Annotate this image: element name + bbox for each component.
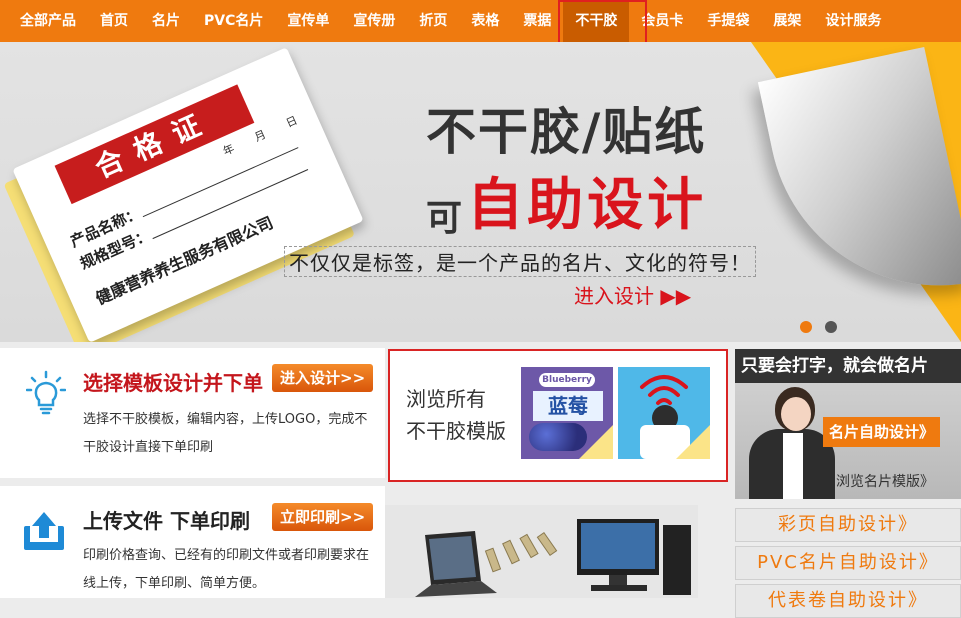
nav-item-forms[interactable]: 表格 [459, 0, 511, 42]
nav-item-business-cards[interactable]: 名片 [140, 0, 192, 42]
brochure-self-design-link[interactable]: 彩页自助设计》 [735, 508, 961, 542]
nav-item-design-services[interactable]: 设计服务 [813, 0, 893, 42]
blueberry-sticker-thumbnail[interactable]: Blueberry 蓝莓 [521, 367, 613, 459]
upload-file-description: 印刷价格查询、已经有的印刷文件或者印刷要求在线上传，下单印刷、简单方便。 [83, 548, 370, 591]
banner-subtitle-prefix: 可 [426, 198, 463, 239]
lightbulb-icon [26, 370, 66, 415]
right-column-header: 只要会打字，就会做名片 [735, 349, 961, 383]
business-card-promo[interactable]: 名片自助设计》 浏览名片模版》 [735, 383, 961, 499]
blueberry-thumb-label: Blueberry [539, 373, 595, 387]
banner-enter-design-link[interactable]: 进入设计 ▶▶ [574, 280, 691, 309]
nav-item-brochures[interactable]: 宣传册 [341, 0, 407, 42]
peel-corner-graphic [721, 42, 961, 342]
enter-design-button[interactable]: 进入设计>> [272, 364, 374, 392]
nav-item-member-cards[interactable]: 会员卡 [629, 0, 695, 42]
banner-subtitle: 可 自助设计 [426, 160, 707, 241]
browse-templates-line1: 浏览所有 [406, 387, 486, 411]
nav-item-receipts[interactable]: 票据 [511, 0, 563, 42]
upload-icon [24, 512, 64, 550]
browse-templates-text[interactable]: 浏览所有 不干胶模版 [406, 383, 506, 447]
nav-item-flyers[interactable]: 宣传单 [275, 0, 341, 42]
pvc-card-self-design-link[interactable]: PVC名片自助设计》 [735, 546, 961, 580]
select-template-description: 选择不干胶模板，编辑内容，上传LOGO，完成不干胶设计直接下单印刷 [83, 412, 368, 455]
nav-item-home[interactable]: 首页 [88, 0, 140, 42]
carousel-dot-1[interactable] [800, 321, 812, 333]
browse-business-card-templates-link[interactable]: 浏览名片模版》 [836, 471, 934, 491]
business-card-design-button[interactable]: 名片自助设计》 [823, 417, 941, 447]
browse-templates-line2: 不干胶模版 [406, 419, 506, 443]
carousel-dot-2[interactable] [825, 321, 837, 333]
nav-item-folders[interactable]: 折页 [407, 0, 459, 42]
print-now-button[interactable]: 立即印刷>> [272, 503, 374, 531]
nav-item-all-products[interactable]: 全部产品 [8, 0, 88, 42]
upload-file-title: 上传文件 下单印刷 [83, 509, 250, 533]
voucher-self-design-link[interactable]: 代表卷自助设计》 [735, 584, 961, 618]
nav-item-stickers[interactable]: 不干胶 [563, 0, 630, 42]
nav-item-pvc-cards[interactable]: PVC名片 [192, 0, 275, 42]
nav-item-bags[interactable]: 手提袋 [695, 0, 761, 42]
banner-slogan: 不仅仅是标签，是一个产品的名片、文化的符号！ [284, 246, 756, 277]
hero-banner[interactable]: 合格证 年 月 日 产品名称： 规格型号： 健康营养养生服务有限公司 不干胶/贴… [0, 42, 961, 342]
banner-title: 不干胶/贴纸 [426, 103, 707, 161]
select-template-panel: 选择模板设计并下单 进入设计>> 选择不干胶模板，编辑内容，上传LOGO，完成不… [0, 348, 385, 478]
wifi-sticker-thumbnail[interactable] [618, 367, 710, 459]
banner-subtitle-main: 自助设计 [467, 173, 708, 238]
nav-item-display-stands[interactable]: 展架 [761, 0, 813, 42]
top-nav: 全部产品 首页 名片 PVC名片 宣传单 宣传册 折页 表格 票据 不干胶 会员… [0, 0, 961, 42]
select-template-title: 选择模板设计并下单 [83, 371, 263, 395]
blueberry-thumb-title: 蓝莓 [533, 391, 603, 421]
wifi-icon [640, 375, 688, 405]
upload-file-panel: 上传文件 下单印刷 立即印刷>> 印刷价格查询、已经有的印刷文件或者印刷要求在线… [0, 486, 385, 598]
certificate-sticker-image: 合格证 年 月 日 产品名称： 规格型号： 健康营养养生服务有限公司 [3, 47, 364, 342]
file-transfer-graphic [415, 519, 691, 597]
laptop-to-desktop-illustration [385, 505, 698, 598]
browse-templates-panel[interactable]: 浏览所有 不干胶模版 Blueberry 蓝莓 [388, 349, 728, 482]
